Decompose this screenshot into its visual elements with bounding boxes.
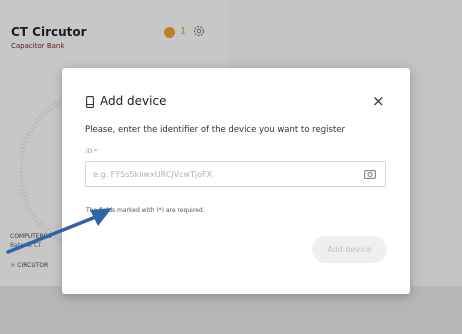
device-id-input[interactable]	[85, 161, 386, 187]
close-icon[interactable]: ×	[372, 94, 385, 109]
device-icon	[86, 96, 94, 108]
add-device-button[interactable]: Add device	[312, 236, 387, 263]
dialog-description: Please, enter the identifier of the devi…	[85, 125, 345, 135]
id-field-label: ID *	[86, 148, 98, 155]
camera-icon[interactable]	[364, 169, 376, 179]
required-fields-note: The fields marked with (*) are required.	[86, 207, 205, 214]
dialog-title: Add device	[100, 94, 167, 108]
add-device-dialog: Add device × Please, enter the identifie…	[62, 68, 410, 294]
